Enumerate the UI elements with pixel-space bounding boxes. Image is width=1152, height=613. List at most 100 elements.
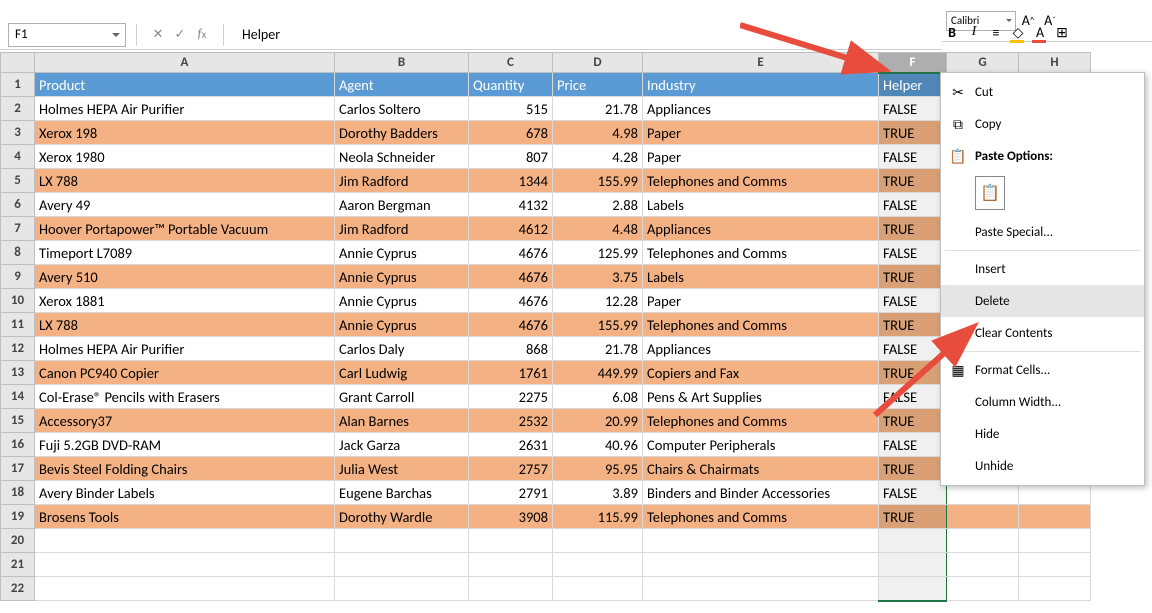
cell-C16[interactable]: 2631 [469,433,553,457]
cell-A19[interactable]: Brosens Tools [35,505,335,529]
cell-G20[interactable] [947,529,1019,553]
cell-F1[interactable]: Helper [879,73,947,97]
col-header-B[interactable]: B [335,53,469,73]
accept-formula-icon[interactable]: ✓ [169,24,191,46]
menu-cut[interactable]: ✂Cut [941,76,1144,108]
cell-F13[interactable]: TRUE [879,361,947,385]
cell-D2[interactable]: 21.78 [553,97,643,121]
row-header-21[interactable]: 21 [1,553,35,577]
cell-C15[interactable]: 2532 [469,409,553,433]
cell-E15[interactable]: Telephones and Comms [643,409,879,433]
cell-F8[interactable]: FALSE [879,241,947,265]
cell-D1[interactable]: Price [553,73,643,97]
cell-C6[interactable]: 4132 [469,193,553,217]
row-header-17[interactable]: 17 [1,457,35,481]
cell-F17[interactable]: TRUE [879,457,947,481]
menu-hide[interactable]: Hide [941,418,1144,450]
cell-F2[interactable]: FALSE [879,97,947,121]
cell-B8[interactable]: Annie Cyprus [335,241,469,265]
row-header-6[interactable]: 6 [1,193,35,217]
menu-delete[interactable]: Delete [941,285,1144,317]
cell-E18[interactable]: Binders and Binder Accessories [643,481,879,505]
cell-F3[interactable]: TRUE [879,121,947,145]
cell-C7[interactable]: 4612 [469,217,553,241]
cell-E11[interactable]: Telephones and Comms [643,313,879,337]
cell-C22[interactable] [469,577,553,601]
row-header-13[interactable]: 13 [1,361,35,385]
cell-A21[interactable] [35,553,335,577]
row-header-11[interactable]: 11 [1,313,35,337]
cell-E22[interactable] [643,577,879,601]
paste-default-button[interactable]: 📋 [975,176,1005,210]
row-header-22[interactable]: 22 [1,577,35,601]
cell-H20[interactable] [1019,529,1091,553]
cell-F5[interactable]: TRUE [879,169,947,193]
cell-C17[interactable]: 2757 [469,457,553,481]
row-header-8[interactable]: 8 [1,241,35,265]
cell-A13[interactable]: Canon PC940 Copier [35,361,335,385]
cell-E3[interactable]: Paper [643,121,879,145]
row-header-20[interactable]: 20 [1,529,35,553]
cell-D4[interactable]: 4.28 [553,145,643,169]
cell-B15[interactable]: Alan Barnes [335,409,469,433]
cell-F6[interactable]: FALSE [879,193,947,217]
cell-D18[interactable]: 3.89 [553,481,643,505]
cell-B5[interactable]: Jim Radford [335,169,469,193]
cell-A7[interactable]: Hoover Portapower™ Portable Vacuum [35,217,335,241]
cell-C3[interactable]: 678 [469,121,553,145]
cell-D3[interactable]: 4.98 [553,121,643,145]
cell-C4[interactable]: 807 [469,145,553,169]
row-header-12[interactable]: 12 [1,337,35,361]
menu-paste-special[interactable]: Paste Special... [941,216,1144,248]
row-header-5[interactable]: 5 [1,169,35,193]
cell-C14[interactable]: 2275 [469,385,553,409]
cell-B3[interactable]: Dorothy Badders [335,121,469,145]
menu-insert[interactable]: Insert [941,253,1144,285]
cell-A11[interactable]: LX 788 [35,313,335,337]
cell-E12[interactable]: Appliances [643,337,879,361]
align-icon[interactable]: ≡ [986,22,1006,42]
menu-format-cells[interactable]: ▦Format Cells... [941,354,1144,386]
name-box[interactable]: F1 [8,23,126,47]
cell-A22[interactable] [35,577,335,601]
cell-E10[interactable]: Paper [643,289,879,313]
cell-F18[interactable]: FALSE [879,481,947,505]
cell-C1[interactable]: Quantity [469,73,553,97]
cell-A4[interactable]: Xerox 1980 [35,145,335,169]
cell-F19[interactable]: TRUE [879,505,947,529]
cell-D13[interactable]: 449.99 [553,361,643,385]
fill-color-icon[interactable]: ◇ [1008,22,1028,42]
cell-B1[interactable]: Agent [335,73,469,97]
cell-F7[interactable]: TRUE [879,217,947,241]
cell-A20[interactable] [35,529,335,553]
fx-icon[interactable]: fx [191,24,213,46]
row-header-10[interactable]: 10 [1,289,35,313]
row-header-2[interactable]: 2 [1,97,35,121]
cancel-formula-icon[interactable]: ✕ [147,24,169,46]
cell-C8[interactable]: 4676 [469,241,553,265]
cell-D17[interactable]: 95.95 [553,457,643,481]
col-header-G[interactable]: G [947,53,1019,73]
cell-E7[interactable]: Appliances [643,217,879,241]
cell-A18[interactable]: Avery Binder Labels [35,481,335,505]
row-header-4[interactable]: 4 [1,145,35,169]
cell-H22[interactable] [1019,577,1091,601]
cell-D6[interactable]: 2.88 [553,193,643,217]
cell-C10[interactable]: 4676 [469,289,553,313]
cell-B2[interactable]: Carlos Soltero [335,97,469,121]
cell-C21[interactable] [469,553,553,577]
cell-G19[interactable] [947,505,1019,529]
row-header-7[interactable]: 7 [1,217,35,241]
cell-E4[interactable]: Paper [643,145,879,169]
cell-B11[interactable]: Annie Cyprus [335,313,469,337]
cell-F10[interactable]: FALSE [879,289,947,313]
cell-C11[interactable]: 4676 [469,313,553,337]
cell-D14[interactable]: 6.08 [553,385,643,409]
cell-F22[interactable] [879,577,947,601]
cell-D22[interactable] [553,577,643,601]
cell-A16[interactable]: Fuji 5.2GB DVD-RAM [35,433,335,457]
cell-A15[interactable]: Accessory37 [35,409,335,433]
col-header-F[interactable]: F [879,53,947,73]
cell-G22[interactable] [947,577,1019,601]
cell-B4[interactable]: Neola Schneider [335,145,469,169]
